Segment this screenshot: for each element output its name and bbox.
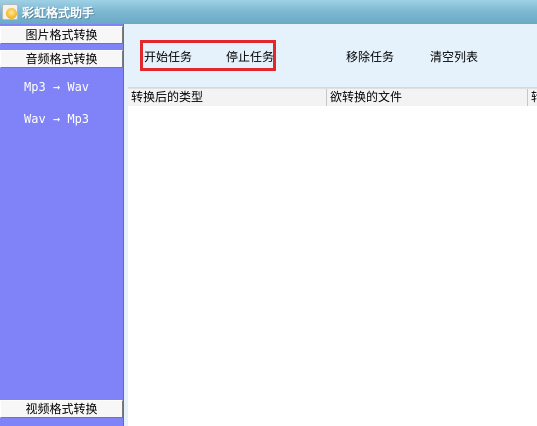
column-header-partial[interactable]: 转 [528,89,537,106]
list-header: 转换后的类型 欲转换的文件 转 [128,88,537,107]
image-format-button[interactable]: 图片格式转换 [0,26,123,44]
video-format-button[interactable]: 视频格式转换 [0,400,123,418]
wav-to-mp3-link[interactable]: Wav → Mp3 [24,112,89,126]
rainbow-sun-icon [2,4,18,20]
window-title: 彩虹格式助手 [22,6,95,20]
mp3-to-wav-link[interactable]: Mp3 → Wav [24,80,89,94]
title-bar: 彩虹格式助手 [0,0,537,24]
toolbar: 开始任务 停止任务 移除任务 清空列表 [124,24,537,88]
remove-task-button[interactable]: 移除任务 [346,48,394,65]
column-header-source-file[interactable]: 欲转换的文件 [327,89,528,106]
stop-task-button[interactable]: 停止任务 [226,48,274,65]
audio-format-button[interactable]: 音频格式转换 [0,50,123,68]
sidebar: 图片格式转换 音频格式转换 Mp3 → Wav Wav → Mp3 视频格式转换 [0,24,124,426]
clear-list-button[interactable]: 清空列表 [430,48,478,65]
column-header-target-type[interactable]: 转换后的类型 [128,89,327,106]
task-list[interactable] [128,106,537,426]
start-task-button[interactable]: 开始任务 [144,48,192,65]
